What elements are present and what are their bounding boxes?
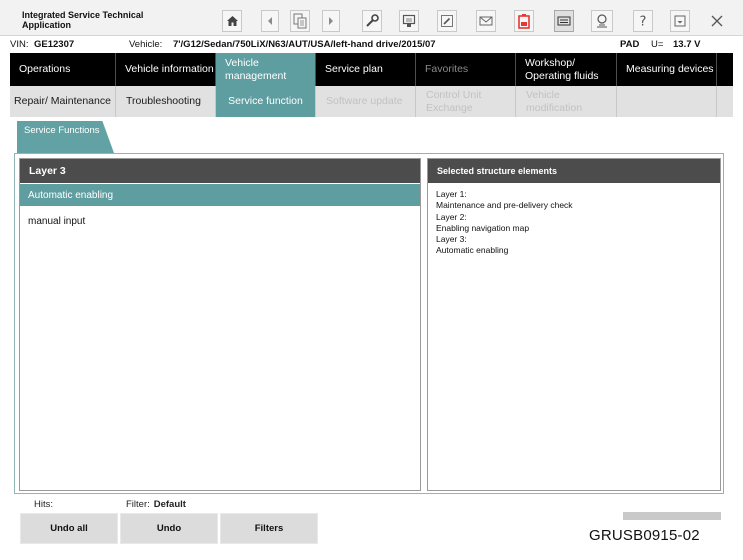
keyboard-icon [557,16,571,26]
stamp-button[interactable] [399,10,419,32]
app-title: Integrated Service Technical Application [22,10,144,30]
minimize-button[interactable] [670,10,690,32]
layer-list-panel: Layer 3 Automatic enabling manual input [19,158,421,491]
list-item[interactable]: manual input [20,210,420,232]
subtab-vehicle-modification[interactable]: Vehicle modification [516,86,617,117]
structure-line: Layer 2: [436,211,467,222]
mail-button[interactable] [476,10,496,32]
arrow-left-icon [268,17,272,25]
filter-value: Default [153,499,186,510]
main-navigation: Operations Vehicle information Vehicle m… [10,53,733,86]
tab-vehicle-management[interactable]: Vehicle management [216,53,316,86]
tab-favorites[interactable]: Favorites [416,53,516,86]
battery-status-button[interactable] [514,10,534,32]
edit-button[interactable] [437,10,457,32]
tab-operations[interactable]: Operations [10,53,116,86]
home-button[interactable] [222,10,242,32]
filter-status: Filter: Default [126,499,186,510]
vehicle-info-bar: VIN: GE12307 Vehicle: 7'/G12/Sedan/750Li… [0,36,743,53]
structure-line: Enabling navigation map [436,222,530,233]
service-tools-button[interactable] [362,10,382,32]
home-icon [226,16,238,26]
connection-type: PAD [620,39,640,50]
edit-icon [441,15,453,27]
tab-measuring-devices[interactable]: Measuring devices [617,53,717,86]
subtab-repair-maintenance[interactable]: Repair/ Maintenance [10,86,116,117]
structure-line: Layer 1: [436,189,467,199]
help-icon: ? [640,15,647,29]
stamp-icon [402,14,416,27]
structure-path: Layer 1: Maintenance and pre-delivery ch… [436,189,573,257]
undo-button[interactable]: Undo [120,513,218,544]
selected-structure-header: Selected structure elements [428,159,720,183]
list-item[interactable]: Automatic enabling [20,184,420,206]
selected-structure-panel: Selected structure elements Layer 1: Mai… [427,158,721,491]
arrow-right-icon [329,17,333,25]
undo-all-button[interactable]: Undo all [20,513,118,544]
close-icon [711,15,723,27]
tab-workshop-operating-fluids[interactable]: Workshop/ Operating fluids [516,53,617,86]
back-button[interactable] [261,10,279,32]
vehicle-label: Vehicle: [129,39,163,50]
wrench-icon [366,14,379,27]
subtab-troubleshooting[interactable]: Troubleshooting [116,86,216,117]
figure-code: GRUSB0915-02 [589,527,700,544]
mail-icon [479,16,493,26]
close-button[interactable] [707,10,727,32]
filter-label: Filter: [126,499,150,510]
vehicle-value: 7'/G12/Sedan/750LiX/N63/AUT/USA/left-han… [173,39,436,50]
vin-label: VIN: [10,39,29,50]
keyboard-button[interactable] [554,10,574,32]
sub-navigation: Repair/ Maintenance Troubleshooting Serv… [10,86,733,117]
structure-line: Layer 3: [436,234,467,245]
vin-value: GE12307 [34,39,75,50]
subtab-empty [617,86,717,117]
subtab-software-update[interactable]: Software update [316,86,416,117]
layer-list-header: Layer 3 [20,159,420,183]
subtab-control-unit-exchange[interactable]: Control Unit Exchange [416,86,516,117]
battery-warning-icon [518,14,530,29]
vehicle-scan-button[interactable] [591,10,613,32]
tab-vehicle-information[interactable]: Vehicle information [116,53,216,86]
subtab-service-function[interactable]: Service function [216,86,316,117]
structure-line: Automatic enabling [436,245,509,256]
hits-label: Hits: [34,499,53,510]
voltage-label: U= [651,39,664,50]
tab-service-plan[interactable]: Service plan [316,53,416,86]
forward-button[interactable] [322,10,340,32]
filters-button[interactable]: Filters [220,513,318,544]
horizontal-scrollbar[interactable] [623,512,721,520]
voltage-value: 13.7 V [673,39,701,50]
tab-service-functions[interactable]: Service Functions [17,121,114,153]
vehicle-scan-icon [597,14,607,28]
structure-line: Maintenance and pre-delivery check [436,200,573,211]
help-button[interactable]: ? [633,10,653,32]
minimize-icon [674,15,686,27]
document-transfer-button[interactable] [290,10,310,32]
svg-text:?: ? [640,15,647,29]
title-bar: Integrated Service Technical Application… [0,0,743,36]
document-transfer-icon [293,13,307,29]
